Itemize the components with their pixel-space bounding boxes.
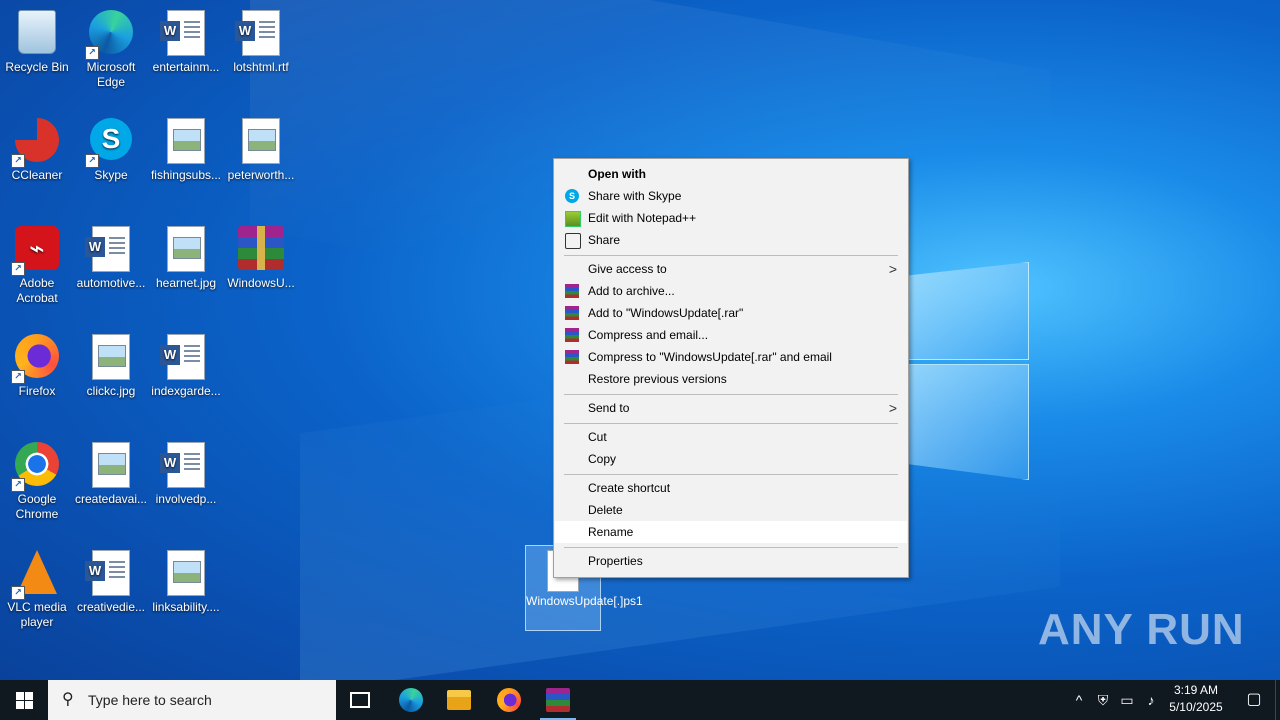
desktop-icon-skype[interactable]: S ↗ Skype xyxy=(74,114,148,183)
menu-item-rename[interactable]: Rename xyxy=(555,521,907,543)
menu-separator xyxy=(564,547,898,548)
task-view-button[interactable] xyxy=(336,680,384,720)
chevron-right-icon: > xyxy=(888,400,897,416)
clock[interactable]: 3:19 AM 5/10/2025 xyxy=(1160,682,1232,716)
desktop-icon-entertainm[interactable]: W entertainm... xyxy=(149,6,223,75)
menu-item-send-to[interactable]: Send to > xyxy=(555,397,907,419)
recycle-bin-icon xyxy=(18,10,56,54)
image-file-icon xyxy=(167,226,205,272)
menu-item-give-access[interactable]: Give access to > xyxy=(555,258,907,280)
menu-item-properties[interactable]: Properties xyxy=(555,550,907,572)
desktop-icon-google-chrome[interactable]: ↗ Google Chrome xyxy=(0,438,74,522)
menu-item-add-to-archive[interactable]: Add to archive... xyxy=(555,280,907,302)
desktop-icon-involvedp[interactable]: W involvedp... xyxy=(149,438,223,507)
notepad-plus-plus-icon xyxy=(565,211,581,227)
clock-time: 3:19 AM xyxy=(1173,683,1219,697)
winrar-icon xyxy=(565,306,579,320)
notification-center-button[interactable]: ▢ xyxy=(1234,680,1274,720)
taskbar-search-box[interactable]: ⚲ Type here to search xyxy=(48,680,336,720)
menu-separator xyxy=(564,423,898,424)
menu-item-share-with-skype[interactable]: S Share with Skype xyxy=(555,185,907,207)
winrar-icon xyxy=(565,328,579,342)
edge-icon xyxy=(399,688,423,712)
word-doc-icon: W xyxy=(160,442,205,488)
windows-wallpaper-logo xyxy=(905,240,1030,480)
menu-item-share[interactable]: Share xyxy=(555,229,907,251)
desktop-icon-lotshtml[interactable]: W lotshtml.rtf xyxy=(224,6,298,75)
task-view-icon xyxy=(350,692,370,708)
skype-icon: S xyxy=(565,189,579,203)
clock-date: 5/10/2025 xyxy=(1169,700,1223,714)
menu-item-restore-previous[interactable]: Restore previous versions xyxy=(555,368,907,390)
desktop-icon-createdavai[interactable]: createdavai... xyxy=(74,438,148,507)
taskbar-firefox[interactable] xyxy=(485,680,533,720)
search-icon: ⚲ xyxy=(62,691,74,708)
image-file-icon xyxy=(167,550,205,596)
notification-icon: ▢ xyxy=(1246,691,1262,708)
desktop-icon-ccleaner[interactable]: ↗ CCleaner xyxy=(0,114,74,183)
menu-item-open-with[interactable]: Open with xyxy=(555,163,907,185)
firefox-icon xyxy=(497,688,521,712)
menu-separator xyxy=(564,255,898,256)
desktop-icon-hearnet[interactable]: hearnet.jpg xyxy=(149,222,223,291)
word-doc-icon: W xyxy=(235,10,280,56)
desktop-icon-peterworth[interactable]: peterworth... xyxy=(224,114,298,183)
word-doc-icon: W xyxy=(160,334,205,380)
desktop-icon-linksability[interactable]: linksability.... xyxy=(149,546,223,615)
image-file-icon xyxy=(167,118,205,164)
desktop-icon-automotive[interactable]: W automotive... xyxy=(74,222,148,291)
taskbar-edge[interactable] xyxy=(387,680,435,720)
anyrun-watermark: ANY RUN xyxy=(1038,605,1245,654)
menu-separator xyxy=(564,394,898,395)
desktop-icon-windowsu-archive[interactable]: WindowsU... xyxy=(224,222,298,291)
selected-file-label: WindowsUpdate[.]ps1 xyxy=(526,594,643,608)
winrar-icon xyxy=(565,284,579,298)
menu-item-edit-notepad[interactable]: Edit with Notepad++ xyxy=(555,207,907,229)
share-icon xyxy=(565,233,581,249)
menu-item-create-shortcut[interactable]: Create shortcut xyxy=(555,477,907,499)
chevron-right-icon: > xyxy=(888,261,897,277)
desktop-icon-fishingsubs[interactable]: fishingsubs... xyxy=(149,114,223,183)
word-doc-icon: W xyxy=(85,226,130,272)
desktop-icon-vlc[interactable]: ↗ VLC media player xyxy=(0,546,74,630)
menu-item-compress-email[interactable]: Compress and email... xyxy=(555,324,907,346)
desktop-icon-recycle-bin[interactable]: Recycle Bin xyxy=(0,6,74,75)
volume-icon[interactable]: ♪ xyxy=(1140,680,1162,720)
winrar-icon xyxy=(565,350,579,364)
menu-item-copy[interactable]: Copy xyxy=(555,448,907,470)
context-menu: Open with S Share with Skype Edit with N… xyxy=(553,158,909,578)
taskbar: ⚲ Type here to search ^ ⛨ ▭ ♪ 3:19 AM 5/… xyxy=(0,680,1280,720)
desktop-icon-adobe-acrobat[interactable]: ⌁ ↗ Adobe Acrobat xyxy=(0,222,74,306)
folder-icon xyxy=(447,690,471,710)
start-button[interactable] xyxy=(0,680,48,720)
desktop-icon-clickc[interactable]: clickc.jpg xyxy=(74,330,148,399)
word-doc-icon: W xyxy=(85,550,130,596)
menu-separator xyxy=(564,474,898,475)
search-placeholder: Type here to search xyxy=(88,692,212,708)
menu-item-compress-rar-email[interactable]: Compress to "WindowsUpdate[.rar" and ema… xyxy=(555,346,907,368)
winrar-archive-icon xyxy=(238,226,284,270)
menu-item-add-to-rar[interactable]: Add to "WindowsUpdate[.rar" xyxy=(555,302,907,324)
word-doc-icon: W xyxy=(160,10,205,56)
desktop-icon-firefox[interactable]: ↗ Firefox xyxy=(0,330,74,399)
menu-item-cut[interactable]: Cut xyxy=(555,426,907,448)
taskbar-file-explorer[interactable] xyxy=(435,680,483,720)
desktop-icon-microsoft-edge[interactable]: ↗ Microsoft Edge xyxy=(74,6,148,90)
desktop-icon-creativedie[interactable]: W creativedie... xyxy=(74,546,148,615)
image-file-icon xyxy=(92,334,130,380)
taskbar-winrar[interactable] xyxy=(534,680,582,720)
network-icon[interactable]: ▭ xyxy=(1116,680,1138,720)
menu-item-delete[interactable]: Delete xyxy=(555,499,907,521)
defender-icon[interactable]: ⛨ xyxy=(1092,680,1114,720)
desktop-icon-indexgarde[interactable]: W indexgarde... xyxy=(149,330,223,399)
show-desktop-button[interactable] xyxy=(1275,680,1280,720)
image-file-icon xyxy=(92,442,130,488)
image-file-icon xyxy=(242,118,280,164)
show-hidden-icons-button[interactable]: ^ xyxy=(1068,680,1090,720)
winrar-icon xyxy=(546,688,570,712)
